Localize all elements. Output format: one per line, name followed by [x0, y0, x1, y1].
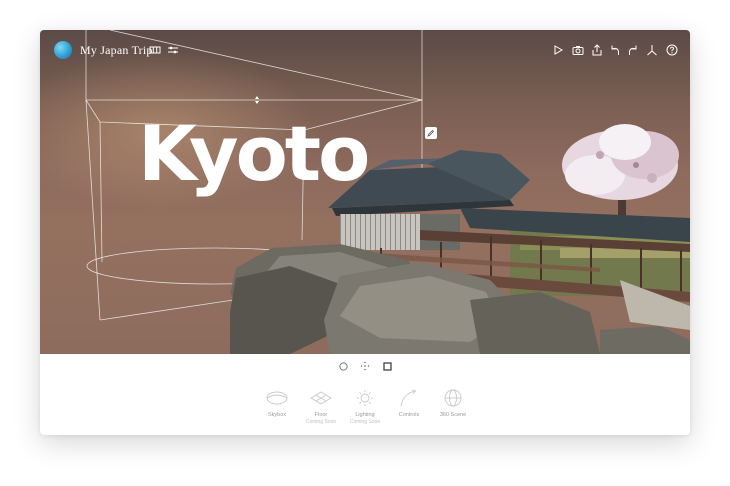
- sliders-icon[interactable]: [166, 43, 180, 57]
- map-icon[interactable]: [148, 43, 162, 57]
- rotate-circle-icon[interactable]: [337, 360, 349, 372]
- redo-icon[interactable]: [626, 43, 640, 57]
- move-arrows-icon[interactable]: [359, 360, 371, 372]
- edit-pencil-icon[interactable]: [425, 127, 437, 139]
- camera-icon[interactable]: [571, 43, 585, 57]
- top-bar: My Japan Trip: [40, 30, 690, 70]
- share-icon[interactable]: [590, 43, 604, 57]
- scene-viewport[interactable]: Kyoto My Japan Trip: [40, 30, 690, 354]
- play-icon[interactable]: [551, 43, 565, 57]
- move-handle-icon[interactable]: [254, 91, 260, 104]
- tool-360-scene[interactable]: 360 Scene: [425, 388, 481, 419]
- tool-sublabel: Coming Soon: [349, 418, 381, 425]
- trip-title[interactable]: My Japan Trip: [80, 43, 153, 58]
- floor-icon: [310, 391, 332, 405]
- scale-square-icon[interactable]: [381, 360, 393, 372]
- skybox-icon: [266, 391, 288, 405]
- compass-icon[interactable]: [645, 43, 659, 57]
- help-icon[interactable]: [665, 43, 679, 57]
- tool-label: 360 Scene: [439, 412, 467, 418]
- globe-logo-icon[interactable]: [54, 41, 72, 59]
- app-window: Kyoto My Japan Trip Skybox Floor Coming …: [40, 30, 690, 435]
- undo-icon[interactable]: [608, 43, 622, 57]
- bottom-toolbar: Skybox Floor Coming Soon Lighting Coming…: [40, 380, 690, 435]
- scene-title-text[interactable]: Kyoto: [138, 116, 370, 192]
- sun-icon: [357, 390, 373, 406]
- controls-curve-icon: [400, 389, 417, 407]
- transform-controls: [40, 354, 690, 378]
- globe-icon: [444, 389, 462, 407]
